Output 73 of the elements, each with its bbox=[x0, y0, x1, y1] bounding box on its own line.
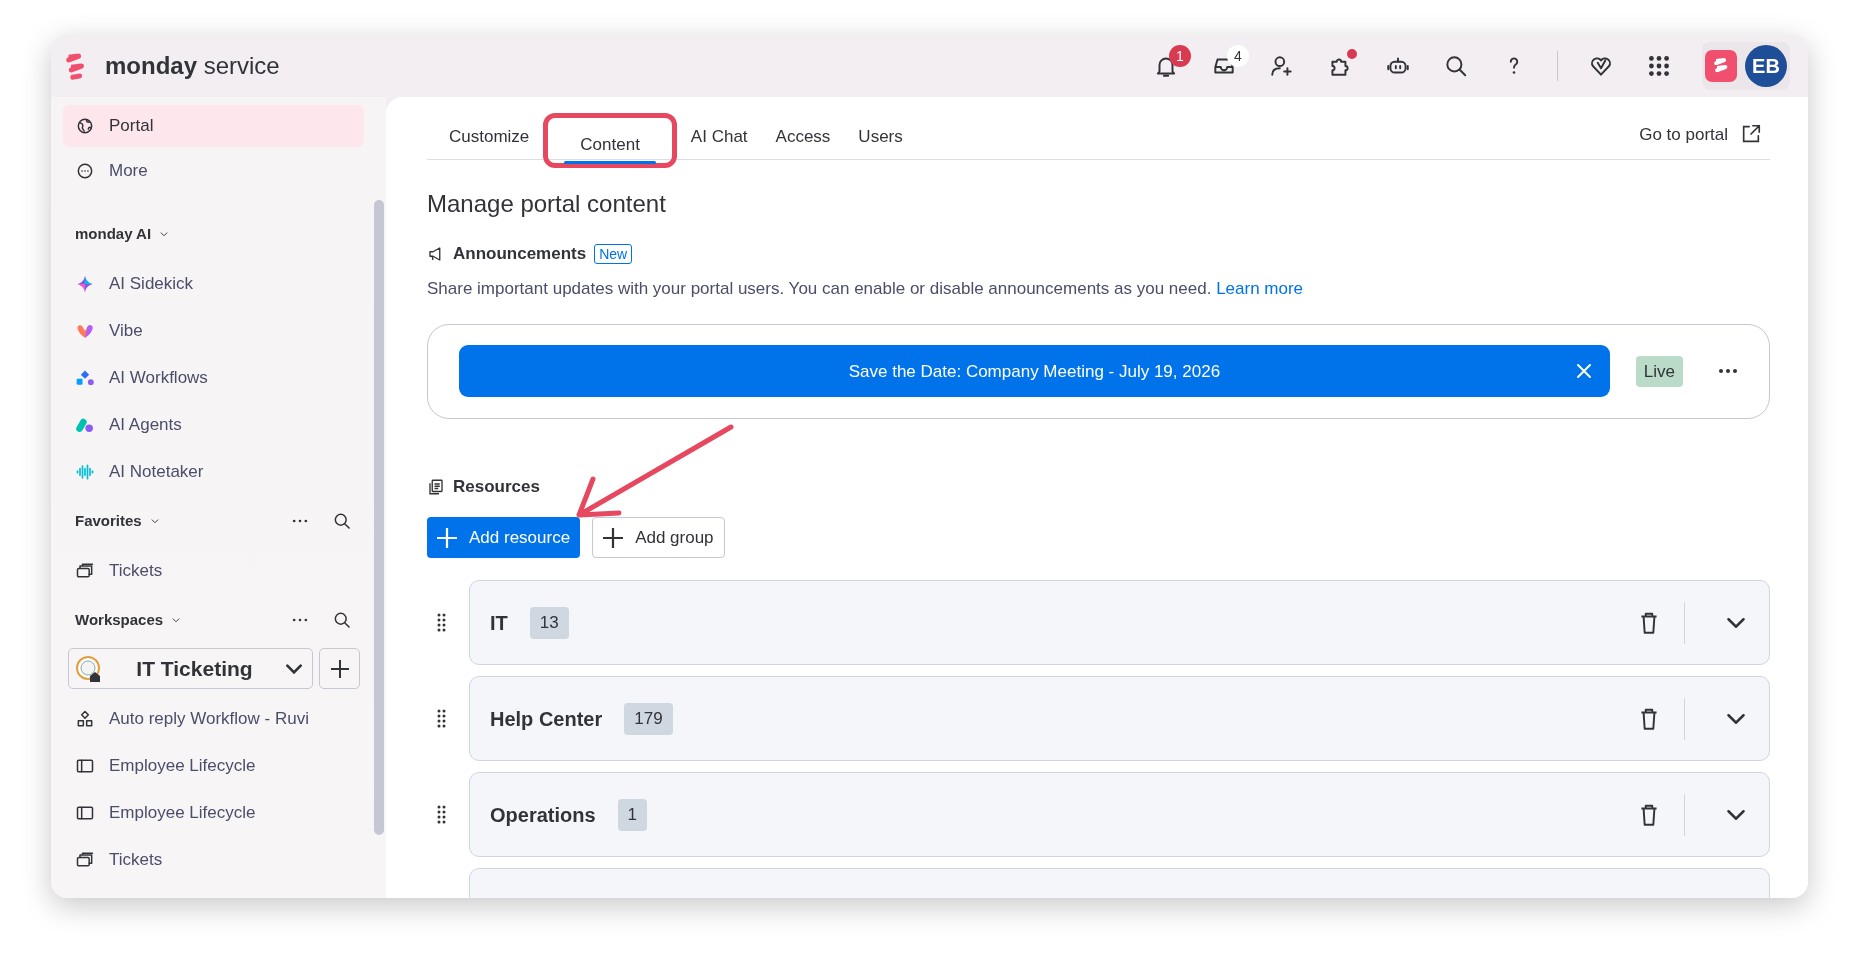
chevron-down-icon bbox=[1727, 617, 1745, 628]
workspace-dropdown[interactable]: IT Ticketing bbox=[68, 648, 313, 689]
group-name: Operations bbox=[490, 802, 596, 828]
sidebar-item[interactable]: AI Sidekick bbox=[63, 260, 364, 307]
tab[interactable]: AI Chat bbox=[676, 123, 762, 159]
notification-badge: 1 bbox=[1169, 45, 1191, 67]
tab[interactable]: Customize bbox=[435, 123, 544, 159]
sidebar-item[interactable]: Employee Lifecycle bbox=[63, 789, 364, 836]
chevron-down-icon bbox=[1727, 713, 1745, 724]
sidebar-item[interactable]: Vibe bbox=[63, 307, 364, 354]
add-group-button[interactable]: Add group bbox=[592, 517, 725, 559]
page-title: Manage portal content bbox=[427, 190, 667, 219]
tab[interactable]: Access bbox=[761, 123, 845, 159]
expand-button[interactable] bbox=[1727, 713, 1745, 724]
add-person-icon bbox=[1269, 53, 1295, 79]
sidebar-item[interactable]: Tickets bbox=[63, 547, 364, 594]
add-workspace-button[interactable] bbox=[319, 648, 360, 689]
section-title[interactable]: Favorites bbox=[75, 509, 142, 533]
announcement-description: Share important updates with your portal users. You can enable or disable announcements as you need. Learn more bbox=[427, 278, 1305, 301]
search-icon[interactable] bbox=[332, 610, 352, 630]
section-title: Announcements bbox=[453, 242, 587, 265]
drag-handle-icon[interactable] bbox=[437, 709, 446, 729]
count-badge: 13 bbox=[529, 607, 569, 639]
group-name: IT bbox=[490, 610, 508, 636]
sidebar-item[interactable]: AI Agents bbox=[63, 401, 364, 448]
status-badge: Live bbox=[1635, 355, 1683, 388]
workflow-icon bbox=[75, 708, 95, 729]
group-name: Help Center bbox=[490, 706, 603, 732]
sidebar-item[interactable]: AI Notetaker bbox=[63, 448, 364, 495]
section-title[interactable]: Workspaces bbox=[75, 608, 164, 632]
announcement-banner[interactable]: Save the Date: Company Meeting - July 19, 2026 bbox=[459, 345, 1610, 398]
chevron-down-icon bbox=[1727, 809, 1745, 820]
drag-handle-icon[interactable] bbox=[437, 613, 446, 633]
learn-more-link[interactable]: Learn more bbox=[1216, 279, 1304, 299]
count-badge: 179 bbox=[624, 703, 673, 735]
sidebar-item[interactable]: Auto reply Workflow - Ruvi bbox=[63, 695, 364, 742]
go-to-portal-link[interactable]: Go to portal bbox=[1631, 121, 1770, 159]
add-resource-button[interactable]: Add resource bbox=[427, 517, 581, 559]
chevron-down-icon bbox=[286, 663, 302, 674]
brand-name: monday service bbox=[105, 51, 280, 81]
more-icon bbox=[1717, 368, 1739, 375]
apps-grid-icon bbox=[1646, 53, 1672, 79]
sidebar-item[interactable]: Tickets bbox=[63, 836, 364, 883]
section-title: Resources bbox=[453, 475, 540, 498]
document-icon bbox=[427, 477, 445, 496]
workspace-icon bbox=[75, 654, 103, 683]
search-icon[interactable] bbox=[332, 511, 352, 531]
tab[interactable]: Users bbox=[844, 123, 917, 159]
count-badge: 1 bbox=[617, 799, 648, 831]
section-title[interactable]: monday AI bbox=[75, 222, 152, 246]
announcement-text: Save the Date: Company Meeting - July 19, 2026 bbox=[848, 360, 1221, 383]
sidebar-item[interactable]: Employee Lifecycle bbox=[63, 742, 364, 789]
group-row[interactable]: Operations 1 bbox=[469, 772, 1770, 858]
scrollbar[interactable] bbox=[374, 200, 384, 835]
sidebar-item[interactable]: AI Workflows bbox=[63, 354, 364, 401]
new-badge: New bbox=[594, 243, 633, 264]
notification-badge: 4 bbox=[1227, 45, 1249, 67]
plus-icon bbox=[603, 527, 624, 548]
group-row[interactable]: Help Center 179 bbox=[469, 676, 1770, 762]
inbox-button[interactable]: 4 bbox=[1195, 43, 1253, 89]
group-row[interactable]: IT 13 bbox=[469, 580, 1770, 666]
sidebar-item[interactable]: More bbox=[63, 147, 364, 194]
expand-button[interactable] bbox=[1727, 809, 1745, 820]
product-logo[interactable] bbox=[1705, 50, 1737, 82]
globe-icon bbox=[75, 116, 95, 136]
plus-icon bbox=[437, 527, 457, 548]
sidebar-item[interactable]: Portal bbox=[63, 105, 364, 147]
expand-button[interactable] bbox=[1727, 617, 1745, 628]
user-avatar[interactable]: EB bbox=[1745, 45, 1787, 87]
drag-handle-icon[interactable] bbox=[437, 805, 446, 825]
bell-button[interactable]: 1 bbox=[1137, 43, 1195, 89]
search-icon bbox=[1443, 53, 1469, 79]
tab[interactable]: Content bbox=[552, 131, 668, 163]
